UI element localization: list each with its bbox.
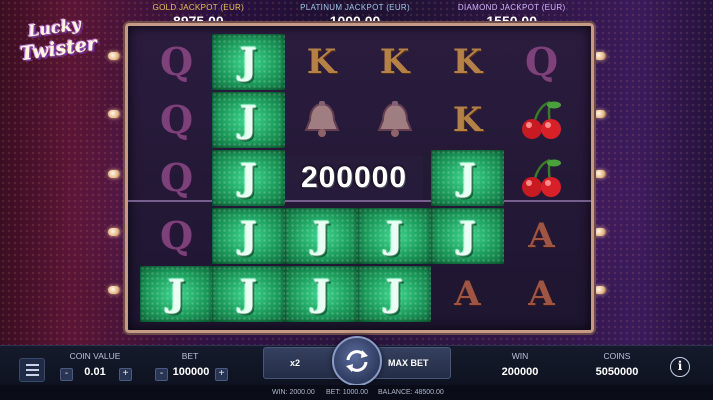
bell-symbol-icon	[285, 92, 358, 148]
reel-symbol-k: K	[285, 34, 358, 90]
reel-symbol-q: Q	[140, 34, 213, 90]
status-bar: WIN: 2000.00 BET: 1000.00 BALANCE: 48500…	[0, 385, 713, 400]
lamp-icon	[594, 286, 606, 294]
symbol-letter-j: J	[385, 215, 404, 257]
gold-jackpot-label: GOLD JACKPOT (EUR)	[152, 3, 245, 12]
symbol-letter-k: K	[306, 42, 337, 82]
symbol-letter-j: J	[167, 273, 186, 315]
coin-value-minus-button[interactable]: -	[60, 368, 73, 381]
symbol-letter-j: J	[239, 273, 258, 315]
game-stage: Lucky Twister GOLD JACKPOT (EUR) 8975.00…	[0, 0, 713, 345]
reel-symbol-a: A	[505, 208, 578, 264]
lamp-icon	[594, 170, 606, 178]
lamp-icon	[594, 110, 606, 118]
reel-symbol-q: Q	[140, 92, 213, 148]
symbol-letter-j: J	[239, 157, 258, 199]
reel-grid: Q J K K K Q Q J K Q J J Q J J J J A J J J J A A 200000	[125, 23, 594, 333]
lamp-icon	[108, 286, 120, 294]
win-amount-banner: 200000	[285, 156, 423, 200]
reel-symbol-j: J	[212, 150, 285, 206]
platinum-jackpot-label: PLATINUM JACKPOT (EUR)	[300, 3, 410, 12]
cherry-symbol-icon	[505, 92, 578, 148]
symbol-letter-j: J	[458, 215, 477, 257]
symbol-letter-a: A	[454, 274, 481, 314]
bet-label: BET	[181, 351, 199, 361]
reel-symbol-j: J	[212, 266, 285, 322]
symbol-letter-j: J	[312, 215, 331, 257]
coin-value: 0.01	[84, 366, 106, 378]
reel-symbol-j: J	[140, 266, 213, 322]
bell-symbol-icon	[358, 92, 431, 148]
symbol-letter-j: J	[458, 157, 477, 199]
reel-symbol-k: K	[431, 92, 504, 148]
reel-symbol-j: J	[431, 150, 504, 206]
symbol-letter-q: Q	[159, 155, 194, 200]
symbol-letter-q: Q	[159, 39, 194, 84]
reel-symbol-j: J	[212, 34, 285, 90]
reel-symbol-j: J	[285, 208, 358, 264]
bet-plus-button[interactable]: +	[215, 368, 228, 381]
reel-symbol-j: J	[212, 208, 285, 264]
bet-value: 100000	[172, 366, 210, 378]
reel-symbol-a: A	[505, 266, 578, 322]
spin-arrows-icon	[346, 350, 368, 372]
menu-icon	[25, 374, 39, 376]
menu-button[interactable]	[19, 358, 45, 382]
lamp-icon	[108, 110, 120, 118]
menu-icon	[25, 364, 39, 366]
symbol-letter-j: J	[239, 41, 258, 83]
lamp-icon	[108, 170, 120, 178]
reel-symbol-j: J	[358, 208, 431, 264]
symbol-letter-k: K	[379, 42, 410, 82]
lamp-icon	[594, 52, 606, 60]
win-label: WIN	[511, 351, 529, 361]
status-balance: BALANCE: 48500.00	[378, 389, 444, 396]
lamp-icon	[108, 52, 120, 60]
reel-symbol-q: Q	[140, 208, 213, 264]
symbol-letter-j: J	[239, 99, 258, 141]
bet-minus-button[interactable]: -	[155, 368, 168, 381]
status-win: WIN: 2000.00	[272, 389, 315, 396]
diamond-jackpot-label: DIAMOND JACKPOT (EUR)	[457, 3, 566, 12]
reel-symbol-q: Q	[505, 34, 578, 90]
coin-value-label: COIN VALUE	[69, 351, 121, 361]
coin-value-plus-button[interactable]: +	[119, 368, 132, 381]
symbol-letter-j: J	[312, 273, 331, 315]
symbol-letter-j: J	[239, 215, 258, 257]
symbol-letter-j: J	[385, 273, 404, 315]
max-bet-button[interactable]: MAX BET	[388, 358, 429, 368]
reel-symbol-k: K	[358, 34, 431, 90]
status-bet: BET: 1000.00	[326, 389, 369, 396]
spin-button[interactable]	[332, 336, 382, 386]
reel-symbol-j: J	[431, 208, 504, 264]
reel-symbol-j: J	[285, 266, 358, 322]
reel-symbol-q: Q	[140, 150, 213, 206]
info-button[interactable]: i	[670, 357, 690, 377]
menu-icon	[25, 369, 39, 371]
x2-button[interactable]: x2	[290, 358, 300, 368]
symbol-letter-q: Q	[524, 39, 559, 84]
lamp-icon	[108, 228, 120, 236]
cherry-symbol-icon	[505, 150, 578, 206]
symbol-letter-a: A	[528, 216, 555, 256]
reel-symbol-a: A	[431, 266, 504, 322]
win-value: 200000	[501, 366, 539, 378]
symbol-letter-q: Q	[159, 97, 194, 142]
lamp-icon	[594, 228, 606, 236]
symbol-letter-q: Q	[159, 213, 194, 258]
coins-label: COINS	[603, 351, 631, 361]
symbol-letter-a: A	[528, 274, 555, 314]
reel-symbol-j: J	[358, 266, 431, 322]
reel-symbol-k: K	[431, 34, 504, 90]
coins-value: 5050000	[595, 366, 639, 378]
symbol-letter-k: K	[452, 42, 483, 82]
game-logo: Lucky Twister	[14, 14, 114, 70]
reel-symbol-j: J	[212, 92, 285, 148]
symbol-letter-k: K	[452, 100, 483, 140]
